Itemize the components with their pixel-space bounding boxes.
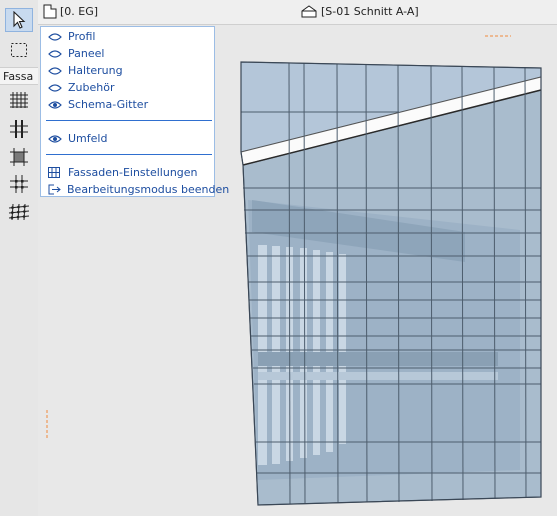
- menu-item-fassaden-einstellungen[interactable]: Fassaden-Einstellungen: [41, 164, 214, 181]
- view-tab-bar: [0. EG] [S-01 Schnitt A-A]: [38, 0, 557, 25]
- menu-item-label: Fassaden-Einstellungen: [68, 166, 198, 179]
- menu-item-bearbeitungsmodus-beenden[interactable]: Bearbeitungsmodus beenden: [41, 181, 229, 198]
- menu-item-schema-gitter[interactable]: Schema-Gitter: [41, 96, 214, 113]
- interior-band-light: [258, 372, 498, 380]
- interior-band: [258, 352, 498, 366]
- eye-icon: [48, 31, 62, 43]
- eye-open-icon: [48, 133, 62, 145]
- marquee-icon: [11, 43, 27, 57]
- frame-icon: [10, 120, 28, 138]
- menu-item-profil[interactable]: Profil: [41, 28, 214, 45]
- tool-label: Fassa: [0, 67, 38, 85]
- grid-icon: [10, 92, 28, 108]
- exit-icon: [48, 184, 61, 196]
- accessory-icon: [8, 203, 30, 221]
- junction-tool-button[interactable]: [5, 172, 33, 196]
- menu-item-label: Bearbeitungsmodus beenden: [67, 183, 230, 196]
- toolbox: Fassa: [0, 0, 39, 516]
- tab-floor-plan[interactable]: [0. EG]: [60, 5, 98, 18]
- menu-item-paneel[interactable]: Paneel: [41, 45, 214, 62]
- floor-plan-icon: [43, 4, 57, 19]
- eye-open-icon: [48, 99, 62, 111]
- menu-item-label: Paneel: [68, 47, 105, 60]
- settings-grid-icon: [48, 167, 62, 179]
- menu-item-label: Profil: [68, 30, 96, 43]
- marquee-tool-button[interactable]: [5, 38, 33, 62]
- curtain-wall-grid-tool-button[interactable]: [5, 88, 33, 112]
- curtain-wall-context-menu: Profil Paneel Halterung Zubehör Schema-G…: [40, 26, 229, 198]
- menu-item-label: Zubehör: [68, 81, 115, 94]
- junction-icon: [10, 175, 28, 193]
- eye-icon: [48, 65, 62, 77]
- tab-section[interactable]: [S-01 Schnitt A-A]: [321, 5, 419, 18]
- menu-item-zubehoer[interactable]: Zubehör: [41, 79, 214, 96]
- accessory-tool-button[interactable]: [5, 200, 33, 224]
- menu-item-umfeld[interactable]: Umfeld: [41, 130, 214, 147]
- panel-icon: [10, 148, 28, 166]
- section-icon: [301, 5, 317, 18]
- menu-item-halterung[interactable]: Halterung: [41, 62, 214, 79]
- menu-item-label: Schema-Gitter: [68, 98, 149, 111]
- menu-separator: [46, 154, 212, 155]
- menu-item-label: Umfeld: [68, 132, 108, 145]
- eye-icon: [48, 82, 62, 94]
- frame-tool-button[interactable]: [5, 117, 33, 141]
- panel-tool-button[interactable]: [5, 145, 33, 169]
- eye-icon: [48, 48, 62, 60]
- arrow-cursor-icon: [13, 11, 26, 29]
- menu-separator: [46, 120, 212, 121]
- arrow-tool-button[interactable]: [5, 8, 33, 32]
- menu-item-label: Halterung: [68, 64, 123, 77]
